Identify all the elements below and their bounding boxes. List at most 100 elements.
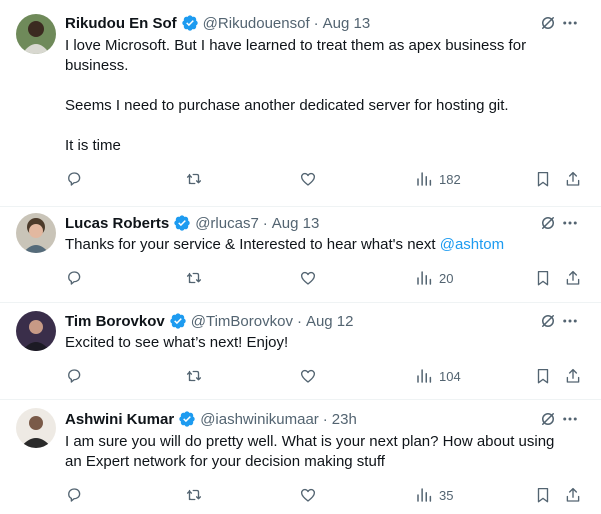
- reply-button[interactable]: [65, 268, 83, 288]
- tweet-text: Thanks for your service & Interested to …: [65, 235, 565, 255]
- like-button[interactable]: [299, 268, 317, 288]
- action-bar: 20: [65, 268, 601, 288]
- timestamp[interactable]: Aug 13: [323, 15, 371, 32]
- views-count: 35: [439, 487, 454, 503]
- timestamp[interactable]: 23h: [332, 411, 357, 428]
- separator-dot: ·: [296, 312, 302, 330]
- views-count: 20: [439, 270, 454, 286]
- bookmark-button[interactable]: [534, 268, 552, 288]
- more-icon[interactable]: [561, 214, 579, 232]
- like-button[interactable]: [299, 485, 317, 505]
- tweet-ashwini[interactable]: Ashwini Kumar @iashwinikumaar · 23h I am…: [0, 400, 601, 514]
- author-name[interactable]: Ashwini Kumar: [65, 411, 174, 428]
- action-bar: 104: [65, 366, 601, 386]
- reply-button[interactable]: [65, 169, 83, 189]
- tweet-text-line: It is time: [65, 137, 121, 154]
- views-button[interactable]: 104: [415, 366, 461, 386]
- verified-badge-icon: [181, 14, 199, 32]
- like-icon: [300, 172, 316, 186]
- views-icon: [417, 369, 432, 383]
- more-icon[interactable]: [561, 14, 579, 32]
- avatar-image: [16, 213, 56, 253]
- avatar[interactable]: [16, 311, 56, 351]
- views-button[interactable]: 35: [415, 485, 453, 505]
- retweet-button[interactable]: [185, 366, 203, 386]
- author-name[interactable]: Tim Borovkov: [65, 313, 165, 330]
- bookmark-icon: [537, 487, 549, 503]
- author-handle[interactable]: @iashwinikumaar: [200, 411, 319, 428]
- mention-link[interactable]: @ashtom: [440, 236, 504, 253]
- avatar[interactable]: [16, 213, 56, 253]
- separator-dot: ·: [262, 214, 268, 232]
- views-button[interactable]: 182: [415, 169, 461, 189]
- avatar[interactable]: [16, 408, 56, 448]
- share-button[interactable]: [564, 366, 582, 386]
- share-button[interactable]: [564, 268, 582, 288]
- like-icon: [300, 271, 316, 285]
- action-bar: 182: [65, 169, 601, 189]
- tweet-text-line: [65, 76, 565, 96]
- share-button[interactable]: [564, 485, 582, 505]
- tweet-header: Lucas Roberts @rlucas7 · Aug 13: [65, 213, 601, 233]
- reply-feed: Rikudou En Sof @Rikudouensof · Aug 13 I …: [0, 0, 601, 514]
- tweet-text-line: Excited to see what’s next! Enjoy!: [65, 334, 289, 351]
- like-button[interactable]: [299, 366, 317, 386]
- bookmark-icon: [537, 171, 549, 187]
- share-button[interactable]: [564, 169, 582, 189]
- retweet-icon: [186, 370, 202, 382]
- verified-badge-icon: [169, 312, 187, 330]
- avatar[interactable]: [16, 14, 56, 54]
- avatar-image: [16, 408, 56, 448]
- reply-button[interactable]: [65, 366, 83, 386]
- author-name[interactable]: Rikudou En Sof: [65, 15, 177, 32]
- retweet-button[interactable]: [185, 169, 203, 189]
- tweet-header: Tim Borovkov @TimBorovkov · Aug 12: [65, 311, 601, 331]
- author-handle[interactable]: @TimBorovkov: [191, 313, 293, 330]
- reply-icon: [68, 369, 81, 383]
- grok-icon[interactable]: [539, 312, 557, 330]
- views-button[interactable]: 20: [415, 268, 453, 288]
- avatar-image: [16, 14, 56, 54]
- tweet-text-line: Thanks for your service & Interested to …: [65, 236, 440, 253]
- tweet-text-line: I love Microsoft. But I have learned to …: [65, 37, 527, 74]
- like-icon: [300, 369, 316, 383]
- reply-icon: [68, 488, 81, 502]
- bookmark-button[interactable]: [534, 485, 552, 505]
- tweet-text-line: Seems I need to purchase another dedicat…: [65, 97, 509, 114]
- author-handle[interactable]: @Rikudouensof: [203, 15, 310, 32]
- author-handle[interactable]: @rlucas7: [195, 215, 259, 232]
- tweet-header: Ashwini Kumar @iashwinikumaar · 23h: [65, 409, 601, 429]
- reply-button[interactable]: [65, 485, 83, 505]
- timestamp[interactable]: Aug 13: [272, 215, 320, 232]
- tweet-text: I love Microsoft. But I have learned to …: [65, 36, 565, 156]
- bookmark-button[interactable]: [534, 169, 552, 189]
- author-name[interactable]: Lucas Roberts: [65, 215, 169, 232]
- like-button[interactable]: [299, 169, 317, 189]
- share-icon: [566, 270, 580, 285]
- retweet-icon: [186, 173, 202, 185]
- views-icon: [417, 172, 432, 186]
- tweet-text-line: [65, 116, 565, 136]
- share-icon: [566, 368, 580, 383]
- retweet-icon: [186, 272, 202, 284]
- retweet-button[interactable]: [185, 485, 203, 505]
- tweet-lucas[interactable]: Lucas Roberts @rlucas7 · Aug 13 Thanks f…: [0, 207, 601, 303]
- retweet-button[interactable]: [185, 268, 203, 288]
- grok-icon[interactable]: [539, 14, 557, 32]
- more-icon[interactable]: [561, 410, 579, 428]
- more-icon[interactable]: [561, 312, 579, 330]
- grok-icon[interactable]: [539, 214, 557, 232]
- tweet-text-line: I am sure you will do pretty well. What …: [65, 433, 555, 470]
- grok-icon[interactable]: [539, 410, 557, 428]
- share-icon: [566, 487, 580, 502]
- action-bar: 35: [65, 485, 601, 505]
- reply-icon: [68, 271, 81, 285]
- timestamp[interactable]: Aug 12: [306, 313, 354, 330]
- bookmark-button[interactable]: [534, 366, 552, 386]
- views-icon: [417, 271, 432, 285]
- tweet-header: Rikudou En Sof @Rikudouensof · Aug 13: [65, 13, 601, 33]
- views-count: 182: [439, 171, 461, 187]
- tweet-rikudou[interactable]: Rikudou En Sof @Rikudouensof · Aug 13 I …: [0, 0, 601, 207]
- views-count: 104: [439, 368, 461, 384]
- tweet-tim[interactable]: Tim Borovkov @TimBorovkov · Aug 12 Excit…: [0, 303, 601, 400]
